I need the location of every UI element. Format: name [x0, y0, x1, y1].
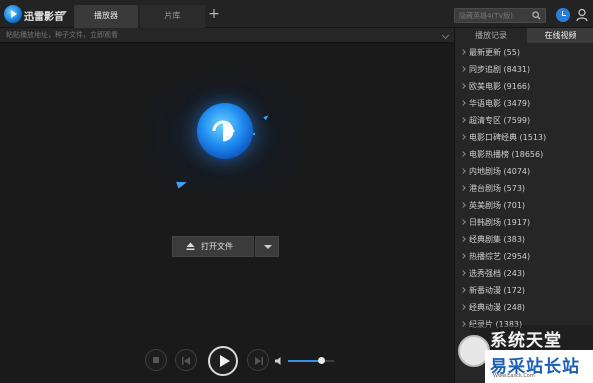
chevron-right-icon — [460, 270, 466, 276]
category-label: 最新更新 (55) — [469, 48, 520, 57]
app-logo-icon[interactable] — [4, 5, 22, 23]
chevron-right-icon — [460, 100, 466, 106]
app-menu-caret-icon[interactable] — [61, 11, 67, 15]
chevron-right-icon — [460, 83, 466, 89]
category-item[interactable]: 新番动漫 (172) — [455, 282, 593, 299]
play-arrow-logo-icon — [212, 120, 235, 142]
user-icon[interactable] — [576, 8, 588, 22]
chevron-right-icon — [460, 287, 466, 293]
history-clock-icon[interactable] — [556, 8, 570, 22]
search-input[interactable] — [455, 9, 527, 22]
chevron-right-icon — [460, 202, 466, 208]
category-item[interactable]: 热播综艺 (2954) — [455, 248, 593, 265]
category-item[interactable]: 日韩剧场 (1917) — [455, 214, 593, 231]
category-label: 新番动漫 (172) — [469, 286, 526, 295]
category-label: 电影口碑经典 (1513) — [469, 133, 547, 142]
eject-icon — [186, 242, 195, 250]
chevron-right-icon — [460, 117, 466, 123]
category-item[interactable]: 电影口碑经典 (1513) — [455, 129, 593, 146]
address-input[interactable] — [6, 29, 426, 41]
category-item[interactable]: 经典动漫 (248) — [455, 299, 593, 316]
app-title[interactable]: 迅雷影音 — [24, 8, 64, 23]
category-item[interactable]: 超清专区 (7599) — [455, 112, 593, 129]
chevron-right-icon — [460, 151, 466, 157]
category-item[interactable]: 同步追剧 (8431) — [455, 61, 593, 78]
tab-play-history[interactable]: 播放记录 — [455, 28, 527, 43]
chevron-right-icon — [460, 304, 466, 310]
tab-library[interactable]: 片库 — [140, 5, 205, 28]
watermark-url: Www.Easck.Com — [493, 373, 535, 379]
category-label: 电影热播榜 (18656) — [469, 150, 544, 159]
category-item[interactable]: 最新更新 (55) — [455, 44, 593, 61]
category-item[interactable]: 欧美电影 (9166) — [455, 78, 593, 95]
category-label: 经典剧集 (383) — [469, 235, 526, 244]
category-list: 最新更新 (55) 同步追剧 (8431) 欧美电影 (9166) 华语电影 (347… — [455, 44, 593, 333]
category-label: 日韩剧场 (1917) — [469, 218, 531, 227]
category-item[interactable]: 内地剧场 (4074) — [455, 163, 593, 180]
open-file-dropdown-button[interactable] — [255, 236, 279, 257]
category-label: 超清专区 (7599) — [469, 116, 531, 125]
volume-slider-handle[interactable] — [318, 357, 325, 364]
chevron-right-icon — [460, 134, 466, 140]
category-label: 欧美电影 (9166) — [469, 82, 531, 91]
category-label: 经典动漫 (248) — [469, 303, 526, 312]
category-item[interactable]: 英美剧场 (701) — [455, 197, 593, 214]
play-button[interactable] — [208, 346, 238, 376]
chevron-right-icon — [460, 168, 466, 174]
address-dropdown-icon[interactable] — [441, 31, 450, 40]
category-item[interactable]: 电影热播榜 (18656) — [455, 146, 593, 163]
open-file-button[interactable]: 打开文件 — [172, 236, 254, 257]
chevron-right-icon — [460, 185, 466, 191]
tab-online-video[interactable]: 在线视频 — [527, 28, 593, 43]
search-icon[interactable] — [532, 11, 541, 20]
chevron-right-icon — [460, 236, 466, 242]
category-label: 英美剧场 (701) — [469, 201, 526, 210]
next-button[interactable] — [247, 349, 269, 371]
title-bar: 迅雷影音 播放器 片库 + — [0, 0, 593, 28]
chevron-right-icon — [460, 49, 466, 55]
chevron-right-icon — [460, 321, 466, 327]
search-box — [454, 8, 546, 23]
category-label: 华语电影 (3479) — [469, 99, 531, 108]
previous-button[interactable] — [175, 349, 197, 371]
category-item[interactable]: 经典剧集 (383) — [455, 231, 593, 248]
volume-icon[interactable] — [275, 357, 284, 365]
chevron-right-icon — [460, 253, 466, 259]
category-label: 选秀强档 (243) — [469, 269, 526, 278]
previous-icon — [182, 357, 190, 365]
address-bar — [0, 28, 454, 43]
category-label: 同步追剧 (8431) — [469, 65, 531, 74]
chevron-right-icon — [460, 66, 466, 72]
category-label: 热播综艺 (2954) — [469, 252, 531, 261]
add-tab-button[interactable]: + — [207, 5, 221, 23]
category-label: 港台剧场 (573) — [469, 184, 526, 193]
chevron-right-icon — [460, 219, 466, 225]
watermark-text: 系统天堂 — [490, 331, 562, 351]
category-item[interactable]: 选秀强档 (243) — [455, 265, 593, 282]
category-item[interactable]: 港台剧场 (573) — [455, 180, 593, 197]
tab-player[interactable]: 播放器 — [74, 5, 138, 28]
logo-shard-decoration — [253, 133, 255, 135]
category-item[interactable]: 华语电影 (3479) — [455, 95, 593, 112]
next-icon — [255, 357, 263, 365]
category-label: 内地剧场 (4074) — [469, 167, 531, 176]
stop-button[interactable] — [145, 349, 167, 371]
volume-slider-fill — [288, 360, 321, 362]
